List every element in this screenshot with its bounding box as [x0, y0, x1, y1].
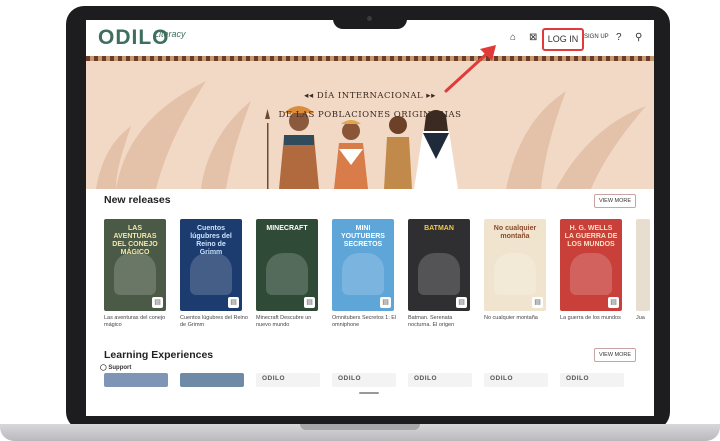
webcam-icon: [367, 16, 372, 21]
ebook-format-icon: ▤: [228, 297, 239, 308]
book-title-label[interactable]: Minecraft Descubre un nuevo mundo: [256, 315, 324, 329]
ebook-format-icon: ▤: [304, 297, 315, 308]
learning-card[interactable]: [180, 373, 244, 387]
learning-card[interactable]: [104, 373, 168, 387]
book-cover[interactable]: BATMAN ▤: [408, 219, 470, 311]
logo-subtitle: Literacy: [154, 29, 186, 39]
hero-banner[interactable]: ◂◂ DÍA INTERNACIONAL ▸▸ DE LAS POBLACION…: [86, 61, 654, 189]
book-cover-title: No cualquier montaña: [493, 225, 537, 240]
learning-card-brand: ODILO: [566, 375, 590, 382]
book-cover-art: [570, 253, 612, 295]
book-title-label[interactable]: No cualquier montaña: [484, 315, 552, 322]
laptop-base-lip: [300, 424, 420, 430]
book-cover-art: [418, 253, 460, 295]
book-cover-art: [494, 253, 536, 295]
book-cover-art: [114, 253, 156, 295]
book-title-label[interactable]: Las aventuras del conejo mágico: [104, 315, 172, 329]
banner-subheading: DE LAS POBLACIONES ORIGINARIAS: [278, 110, 462, 120]
ebook-format-icon: ▤: [456, 297, 467, 308]
learning-card-brand: ODILO: [338, 375, 362, 382]
book-cover[interactable]: No cualquier montaña ▤: [484, 219, 546, 311]
new-releases-title: New releases: [104, 194, 171, 206]
home-icon[interactable]: ⌂: [510, 32, 516, 43]
book-cover-art: [342, 253, 384, 295]
signup-button[interactable]: SIGN UP: [584, 34, 609, 40]
login-button[interactable]: LOG IN: [542, 28, 584, 51]
book-cover[interactable]: Cuentos lúgubres del Reino de Grimm ▤: [180, 219, 242, 311]
book-cover[interactable]: H. G. WELLS LA GUERRA DE LOS MUNDOS ▤: [560, 219, 622, 311]
book-cover-title: MINI YOUTUBERS SECRETOS: [341, 225, 385, 248]
book-cover[interactable]: MINECRAFT ▤: [256, 219, 318, 311]
ebook-format-icon: ▤: [608, 297, 619, 308]
book-cover-title: MINECRAFT: [266, 225, 308, 232]
learning-experiences-title: Learning Experiences: [104, 349, 214, 361]
scroll-handle[interactable]: [359, 392, 379, 394]
book-title-label[interactable]: Batman. Serenata nocturna. El origen: [408, 315, 476, 329]
book-cover[interactable]: LAS AVENTURAS DEL CONEJO MÁGICO ▤: [104, 219, 166, 311]
chat-icon: ◯: [100, 365, 107, 371]
book-title-label[interactable]: Jua: [636, 315, 650, 322]
red-arrow-icon: [444, 45, 496, 93]
book-cover[interactable]: MINI YOUTUBERS SECRETOS ▤: [332, 219, 394, 311]
ebook-format-icon: ▤: [532, 297, 543, 308]
book-cover-art: [266, 253, 308, 295]
book-title-label[interactable]: La guerra de los mundos: [560, 315, 628, 322]
search-icon[interactable]: ⚲: [635, 32, 642, 43]
book-cover-art: [190, 253, 232, 295]
browser-screen: ODILO Literacy ⌂ ⊠ LOG IN SIGN UP ? ⚲ ◂◂…: [86, 20, 654, 416]
learning-card-brand: ODILO: [490, 375, 514, 382]
ebook-format-icon: ▤: [152, 297, 163, 308]
learning-card-brand: ODILO: [414, 375, 438, 382]
learning-card-brand: ODILO: [262, 375, 286, 382]
help-icon[interactable]: ?: [616, 32, 622, 43]
book-title-label[interactable]: Cuentos lúgubres del Reino de Grimm: [180, 315, 248, 329]
book-cover-title: H. G. WELLS LA GUERRA DE LOS MUNDOS: [564, 225, 618, 248]
new-releases-view-more-button[interactable]: VIEW MORE: [594, 194, 636, 208]
book-title-label[interactable]: Omnitubers Secretos 1: El omniphone: [332, 315, 400, 329]
book-cover[interactable]: [636, 219, 650, 311]
ebook-format-icon: ▤: [380, 297, 391, 308]
learning-view-more-button[interactable]: VIEW MORE: [594, 348, 636, 362]
book-cover-title: BATMAN: [424, 225, 454, 232]
grid-icon[interactable]: ⊠: [529, 32, 537, 43]
support-link[interactable]: ◯ Support: [100, 364, 131, 371]
banner-illustration: [96, 81, 646, 189]
banner-heading: ◂◂ DÍA INTERNACIONAL ▸▸: [304, 91, 436, 101]
support-label: Support: [108, 365, 132, 371]
